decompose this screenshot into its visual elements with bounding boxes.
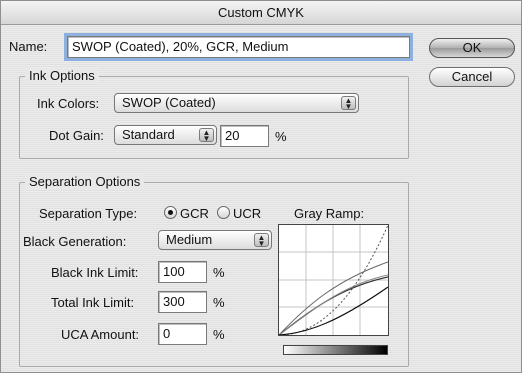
gray-ramp-label: Gray Ramp: [294,206,365,221]
gray-ramp-curves [278,224,389,336]
up-down-arrows-icon: ▲ ▼ [341,96,356,111]
radio-gcr[interactable] [164,206,177,219]
gray-ramp-bar [283,345,388,355]
up-down-arrows-icon: ▲ ▼ [199,128,214,143]
dot-gain-mode-select[interactable]: Standard ▲ ▼ [114,125,217,145]
dot-gain-unit: % [275,129,287,144]
ucr-label: UCR [233,206,262,221]
ink-options-title: Ink Options [25,68,99,84]
window-title: Custom CMYK [1,1,521,25]
ok-button[interactable]: OK [429,38,515,58]
ink-colors-select[interactable]: SWOP (Coated) ▲ ▼ [114,93,359,113]
custom-cmyk-dialog: Custom CMYK Name: SWOP (Coated), 20%, GC… [0,0,522,373]
separation-type-label: Separation Type: [39,206,138,221]
gcr-label: GCR [180,206,209,221]
black-generation-label: Black Generation: [23,234,127,249]
name-label: Name: [9,39,48,54]
uca-amount-label: UCA Amount: [61,327,140,342]
black-ink-limit-label: Black Ink Limit: [51,265,139,280]
black-generation-select[interactable]: Medium ▲ ▼ [158,230,272,250]
dot-gain-mode-value: Standard [122,127,175,142]
total-ink-limit-label: Total Ink Limit: [51,295,135,310]
dot-gain-label: Dot Gain: [49,128,104,143]
uca-amount-input[interactable]: 0 [158,323,207,345]
dot-gain-input[interactable]: 20 [220,125,269,147]
ink-options-group [19,76,409,159]
total-ink-limit-unit: % [213,295,225,310]
total-ink-limit-input[interactable]: 300 [158,291,207,313]
black-ink-limit-unit: % [213,265,225,280]
uca-amount-unit: % [213,327,225,342]
name-input[interactable]: SWOP (Coated), 20%, GCR, Medium [64,33,413,61]
black-generation-value: Medium [166,232,213,247]
separation-options-title: Separation Options [25,174,145,190]
cancel-button[interactable]: Cancel [429,67,515,87]
radio-ucr[interactable] [217,206,230,219]
gray-ramp-graph [278,224,389,336]
ink-colors-value: SWOP (Coated) [122,95,216,110]
black-ink-limit-input[interactable]: 100 [158,261,207,283]
up-down-arrows-icon: ▲ ▼ [254,233,269,248]
ink-colors-label: Ink Colors: [37,96,100,111]
